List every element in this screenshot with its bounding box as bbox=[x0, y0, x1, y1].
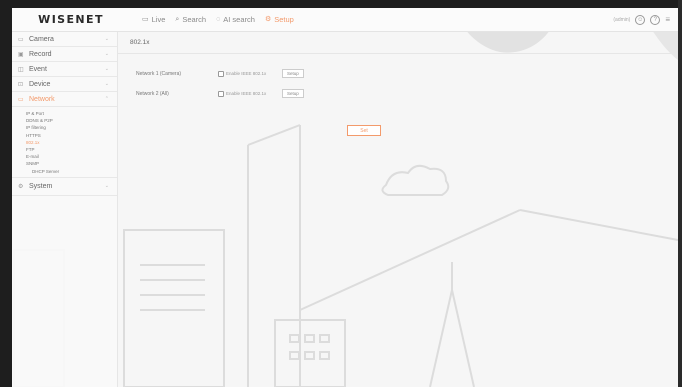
submenu-ddns-p2p[interactable]: DDNS & P2P bbox=[26, 117, 117, 124]
submenu-ip-filtering[interactable]: IP filtering bbox=[26, 124, 117, 131]
chevron-up-icon: ⌃ bbox=[104, 96, 109, 102]
nav-live-label: Live bbox=[151, 15, 166, 24]
submenu-snmp[interactable]: SNMP bbox=[26, 160, 117, 167]
gear-icon: ⚙ bbox=[264, 16, 272, 23]
sidebar-item-record[interactable]: ▣ Record ⌄ bbox=[12, 47, 117, 62]
brand-logo: WISENET bbox=[38, 13, 104, 26]
chevron-down-icon: ⌄ bbox=[104, 51, 109, 57]
nav-live[interactable]: ▭ Live bbox=[142, 15, 165, 24]
frame-right bbox=[678, 0, 682, 387]
user-icon[interactable]: ☺ bbox=[635, 14, 646, 25]
camera-icon: ▭ bbox=[18, 36, 24, 43]
network2-enable-checkbox[interactable] bbox=[218, 90, 224, 97]
nav-ai-search-label: AI search bbox=[223, 15, 255, 24]
submenu-email[interactable]: E-mail bbox=[26, 153, 117, 160]
network2-setup-button[interactable]: Setup bbox=[282, 89, 304, 98]
frame-top bbox=[0, 0, 682, 8]
user-label: (admin) bbox=[613, 16, 631, 23]
sidebar-item-label: Network bbox=[29, 95, 55, 103]
gear-icon: ⚙ bbox=[18, 183, 24, 190]
network-submenu: IP & Port DDNS & P2P IP filtering HTTPS … bbox=[12, 107, 117, 178]
ai-icon: ◌ bbox=[216, 16, 221, 23]
submenu-https[interactable]: HTTPS bbox=[26, 132, 117, 139]
network2-enable-label: Enable IEEE 802.1x bbox=[226, 91, 267, 96]
menu-icon[interactable]: ≡ bbox=[665, 15, 670, 24]
submenu-dhcp-server[interactable]: DHCP Server bbox=[26, 168, 117, 175]
nav-search-label: Search bbox=[182, 15, 207, 24]
sidebar-item-label: Event bbox=[29, 65, 47, 73]
page-title: 802.1x bbox=[118, 32, 678, 54]
chevron-down-icon: ⌄ bbox=[104, 183, 109, 190]
chevron-down-icon: ⌄ bbox=[104, 66, 109, 72]
frame-left bbox=[0, 0, 12, 387]
app-window: WISENET ▭ Live ⌕ Search ◌ AI search ⚙ Se… bbox=[0, 0, 682, 387]
main-nav: ▭ Live ⌕ Search ◌ AI search ⚙ Setup bbox=[142, 15, 294, 24]
submenu-ftp[interactable]: FTP bbox=[26, 146, 117, 153]
sidebar-item-label: Device bbox=[29, 80, 51, 88]
network1-setup-button[interactable]: Setup bbox=[282, 69, 304, 78]
sidebar: ▭ Camera ⌄ ▣ Record ⌄ ◫ Event ⌄ ⊡ Device… bbox=[12, 32, 118, 387]
set-button[interactable]: Set bbox=[347, 125, 381, 136]
sidebar-item-network[interactable]: ▭ Network ⌃ bbox=[12, 92, 117, 107]
sidebar-item-label: System bbox=[29, 182, 53, 190]
event-icon: ◫ bbox=[18, 66, 24, 73]
device-icon: ⊡ bbox=[18, 81, 24, 88]
network2-row: Network 2 (All) Enable IEEE 802.1x Setup bbox=[136, 89, 304, 98]
top-right-controls: (admin) ☺ ? ≡ bbox=[613, 14, 678, 25]
sidebar-item-camera[interactable]: ▭ Camera ⌄ bbox=[12, 32, 117, 47]
sidebar-item-label: Camera bbox=[29, 35, 54, 43]
sidebar-item-device[interactable]: ⊡ Device ⌄ bbox=[12, 77, 117, 92]
network-icon: ▭ bbox=[18, 96, 24, 103]
nav-setup-label: Setup bbox=[274, 15, 294, 24]
top-bar: WISENET ▭ Live ⌕ Search ◌ AI search ⚙ Se… bbox=[12, 8, 678, 32]
main-panel: 802.1x Network 1 (Camera) Enable IEEE 80… bbox=[118, 32, 678, 387]
sidebar-item-event[interactable]: ◫ Event ⌄ bbox=[12, 62, 117, 77]
submenu-8021x[interactable]: 802.1x bbox=[26, 139, 117, 146]
nav-ai-search[interactable]: ◌ AI search bbox=[216, 15, 255, 24]
help-icon[interactable]: ? bbox=[650, 14, 661, 25]
search-icon: ⌕ bbox=[175, 16, 180, 23]
network1-row: Network 1 (Camera) Enable IEEE 802.1x Se… bbox=[136, 69, 304, 78]
network1-label: Network 1 (Camera) bbox=[136, 70, 182, 77]
network1-enable-checkbox[interactable] bbox=[218, 70, 224, 77]
sidebar-item-system[interactable]: ⚙ System ⌄ bbox=[12, 178, 117, 196]
submenu-ip-port[interactable]: IP & Port bbox=[26, 110, 117, 117]
sidebar-item-label: Record bbox=[29, 50, 52, 58]
chevron-down-icon: ⌄ bbox=[104, 81, 109, 87]
monitor-icon: ▭ bbox=[142, 16, 149, 23]
nav-search[interactable]: ⌕ Search bbox=[175, 15, 206, 24]
nav-setup[interactable]: ⚙ Setup bbox=[265, 15, 294, 24]
record-icon: ▣ bbox=[18, 51, 24, 58]
chevron-down-icon: ⌄ bbox=[104, 36, 109, 42]
network2-label: Network 2 (All) bbox=[136, 90, 169, 97]
network1-enable-label: Enable IEEE 802.1x bbox=[226, 71, 267, 76]
